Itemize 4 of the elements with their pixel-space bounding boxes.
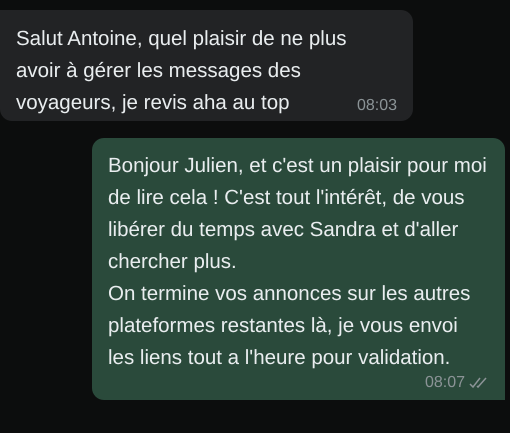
message-time: 08:07 — [424, 374, 465, 392]
message-text: Bonjour Julien, et c'est un plaisir pour moi de lire cela ! C'est tout l'intérêt, de vous libérer du temps avec Sandra et d'aller chercher plus. On termine vos annonces sur les autres plateformes restantes là, je vous envoi les liens tout a l'heure pour validation. — [108, 153, 488, 371]
message-text: Salut Antoine, quel plaisir de ne plus avoir à gérer les messages des voyageurs, je revis aha au top — [16, 26, 348, 116]
message-time: 08:03 — [356, 97, 397, 115]
